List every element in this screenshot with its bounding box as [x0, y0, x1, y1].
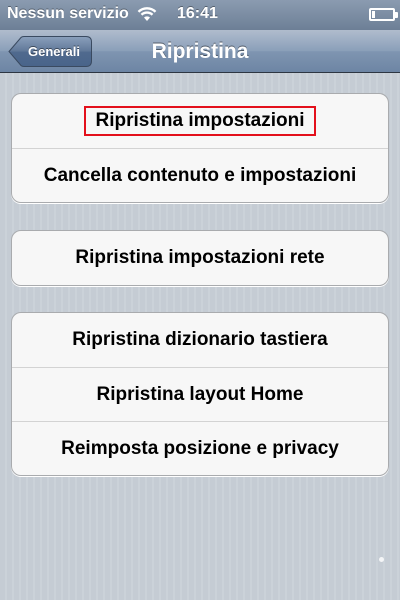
- battery-fill: [372, 11, 375, 18]
- status-bar: Nessun servizio 16:41: [0, 0, 400, 30]
- reset-group-1: Ripristina impostazioni Cancella contenu…: [11, 93, 389, 203]
- reset-keyboard-dictionary-label: Ripristina dizionario tastiera: [72, 329, 328, 350]
- reset-network-label: Ripristina impostazioni rete: [75, 247, 325, 268]
- reset-home-layout-cell[interactable]: Ripristina layout Home: [12, 367, 388, 421]
- reset-group-3: Ripristina dizionario tastiera Ripristin…: [11, 312, 389, 476]
- navigation-bar: Generali Ripristina: [0, 30, 400, 73]
- erase-content-label: Cancella contenuto e impostazioni: [43, 164, 357, 186]
- clock-time: 16:41: [177, 5, 218, 22]
- back-button-generali[interactable]: Generali: [8, 36, 92, 67]
- decorative-dot: [379, 557, 384, 562]
- page-title: Ripristina: [151, 40, 249, 63]
- reset-settings-cell[interactable]: Ripristina impostazioni: [12, 94, 388, 148]
- reset-network-cell[interactable]: Ripristina impostazioni rete: [12, 231, 388, 285]
- battery-icon: [369, 8, 398, 21]
- erase-content-cell[interactable]: Cancella contenuto e impostazioni: [12, 148, 388, 202]
- carrier-label: Nessun servizio: [7, 5, 129, 22]
- reset-home-layout-label: Ripristina layout Home: [96, 383, 304, 405]
- reset-settings-label: Ripristina impostazioni: [84, 106, 316, 136]
- reset-location-privacy-cell[interactable]: Reimposta posizione e privacy: [12, 421, 388, 475]
- reset-location-privacy-label: Reimposta posizione e privacy: [61, 437, 339, 459]
- wifi-icon: [137, 6, 157, 27]
- reset-keyboard-dictionary-cell[interactable]: Ripristina dizionario tastiera: [12, 313, 388, 367]
- back-button-label: Generali: [27, 44, 81, 59]
- reset-group-2: Ripristina impostazioni rete: [11, 230, 389, 286]
